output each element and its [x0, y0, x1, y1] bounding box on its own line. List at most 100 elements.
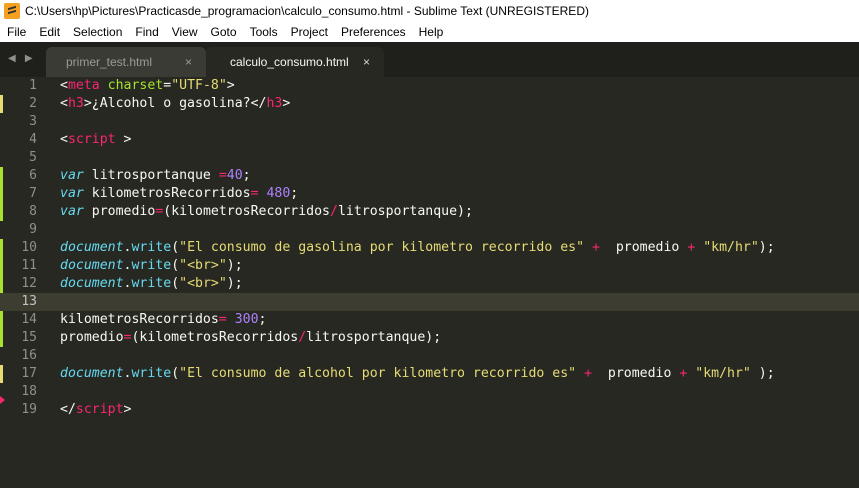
code-token: /: [298, 330, 307, 345]
code-token: >: [226, 78, 235, 93]
code-token: =: [218, 312, 227, 327]
code-text: var kilometrosRecorridos= 480;: [60, 185, 298, 203]
code-line[interactable]: 5: [0, 149, 859, 167]
code-token: h3: [266, 96, 283, 111]
code-token: var: [60, 186, 84, 201]
line-number: 13: [21, 294, 37, 309]
menu-project[interactable]: Project: [284, 25, 334, 39]
menu-tools[interactable]: Tools: [243, 25, 284, 39]
tab-label: calculo_consumo.html: [230, 55, 349, 69]
code-token: document: [60, 276, 124, 291]
sublime-text-icon: [4, 3, 20, 19]
close-icon[interactable]: ×: [185, 55, 192, 69]
code-token: >: [115, 132, 132, 147]
code-line[interactable]: 3: [0, 113, 859, 131]
menu-bar: File Edit Selection Find View Goto Tools…: [0, 22, 859, 42]
line-number: 16: [21, 348, 37, 363]
code-token: "UTF-8": [171, 78, 227, 93]
code-line[interactable]: 14 kilometrosRecorridos= 300;: [0, 311, 859, 329]
code-token: +: [592, 240, 600, 255]
code-line[interactable]: 17 document.write("El consumo de alcohol …: [0, 365, 859, 383]
code-token: <: [60, 78, 68, 93]
menu-view[interactable]: View: [165, 25, 204, 39]
menu-help[interactable]: Help: [412, 25, 450, 39]
code-line[interactable]: 2 <h3>¿Alcohol o gasolina?</h3>: [0, 95, 859, 113]
code-token: =: [163, 78, 172, 93]
code-token: h3: [67, 96, 84, 111]
code-token: +: [584, 366, 593, 381]
code-token: =: [250, 186, 259, 201]
code-token: 300: [234, 312, 259, 327]
line-number: 17: [21, 366, 37, 381]
code-line[interactable]: 16: [0, 347, 859, 365]
code-line[interactable]: 1 <meta charset="UTF-8">: [0, 77, 859, 95]
code-line[interactable]: 18: [0, 383, 859, 404]
code-token: <: [60, 132, 68, 147]
menu-edit[interactable]: Edit: [32, 25, 66, 39]
code-token: promedio: [599, 240, 688, 255]
code-line[interactable]: 19 </script>: [0, 401, 859, 419]
code-line[interactable]: 10 document.write("El consumo de gasolina…: [0, 239, 859, 257]
code-editor[interactable]: 1 <meta charset="UTF-8"> 2 <h3>¿Alcohol o g…: [0, 77, 859, 488]
code-token: meta: [67, 78, 100, 93]
code-line[interactable]: 9: [0, 221, 859, 239]
code-text: document.write("El consumo de alcohol po…: [60, 365, 775, 383]
tab-calculo-consumo[interactable]: calculo_consumo.html ×: [206, 47, 384, 77]
tab-label: primer_test.html: [66, 55, 153, 69]
tab-nav-arrows-icon[interactable]: ◀ ▶: [8, 53, 36, 64]
code-token: (kilometrosRecorridos: [131, 330, 299, 345]
code-token: script: [75, 402, 124, 417]
code-token: (: [171, 240, 180, 255]
code-text: var litrosportanque =40;: [60, 167, 251, 185]
menu-selection[interactable]: Selection: [66, 25, 128, 39]
code-token: document: [60, 366, 124, 381]
line-number: 6: [29, 168, 37, 183]
code-token: write: [131, 258, 172, 273]
line-number: 5: [29, 150, 37, 165]
menu-find[interactable]: Find: [128, 25, 164, 39]
code-token: (: [171, 276, 180, 291]
code-line[interactable]: 7 var kilometrosRecorridos= 480;: [0, 185, 859, 203]
code-token: "<br>": [179, 276, 227, 291]
code-text: <script >: [60, 131, 131, 149]
close-icon[interactable]: ×: [363, 55, 370, 69]
code-token: ;: [258, 312, 267, 327]
line-number: 10: [21, 240, 37, 255]
line-number: 9: [29, 222, 37, 237]
menu-goto[interactable]: Goto: [204, 25, 243, 39]
code-token: (: [171, 258, 180, 273]
code-token: "km/hr": [695, 366, 751, 381]
code-line[interactable]: 13: [0, 293, 859, 311]
menu-file[interactable]: File: [0, 25, 32, 39]
code-token: "km/hr": [703, 240, 759, 255]
code-line[interactable]: 15 promedio=(kilometrosRecorridos/litrosp…: [0, 329, 859, 347]
tab-primer-test[interactable]: primer_test.html ×: [46, 47, 206, 77]
code-line[interactable]: 8 var promedio=(kilometrosRecorridos/litr…: [0, 203, 859, 221]
code-token: >: [282, 96, 291, 111]
code-token: );: [750, 366, 775, 381]
code-text: document.write("El consumo de gasolina p…: [60, 239, 775, 257]
code-text: document.write("<br>");: [60, 275, 243, 293]
line-number: 11: [21, 258, 37, 273]
code-token: "El consumo de alcohol por kilometro rec…: [179, 366, 577, 381]
line-number: 14: [21, 312, 37, 327]
code-line[interactable]: 4 <script >: [0, 131, 859, 149]
code-token: charset: [107, 78, 164, 93]
code-token: );: [758, 240, 775, 255]
code-token: (: [171, 366, 180, 381]
line-number: 7: [29, 186, 37, 201]
menu-preferences[interactable]: Preferences: [334, 25, 412, 39]
code-line[interactable]: 12 document.write("<br>");: [0, 275, 859, 293]
code-line[interactable]: 6 var litrosportanque =40;: [0, 167, 859, 185]
code-line[interactable]: 11 document.write("<br>");: [0, 257, 859, 275]
code-token: "<br>": [179, 258, 227, 273]
line-number: 1: [29, 78, 37, 93]
code-token: ;: [242, 168, 251, 183]
code-token: );: [226, 276, 243, 291]
code-token: kilometrosRecorridos: [83, 186, 251, 201]
code-token: litrosportanque);: [306, 330, 442, 345]
code-token: promedio: [83, 204, 156, 219]
